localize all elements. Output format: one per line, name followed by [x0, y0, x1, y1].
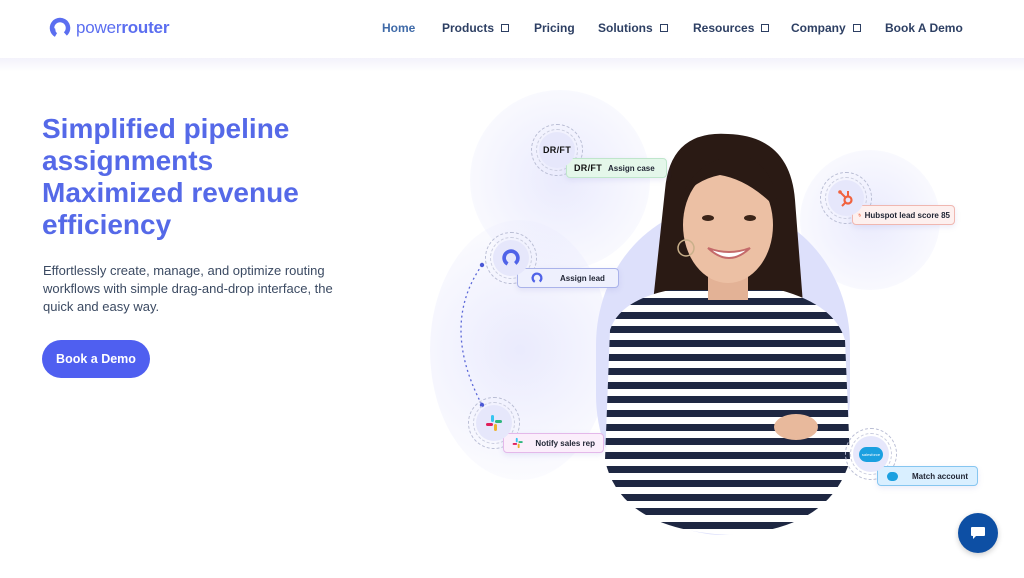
book-demo-button[interactable]: Book a Demo [42, 340, 150, 378]
hero-person-image [605, 133, 850, 535]
hubspot-icon [838, 190, 853, 207]
hero-title: Simplified pipeline assignments Maximize… [42, 113, 402, 241]
dropdown-icon [659, 24, 668, 32]
drift-logo-icon: DR/FT [574, 163, 602, 173]
hero-title-line: assignments [42, 145, 214, 176]
slack-icon [512, 437, 523, 449]
hero-title-line: Maximized revenue [42, 177, 299, 208]
brand-logo[interactable]: powerrouter [48, 16, 169, 40]
chip-label: Notify sales rep [535, 438, 595, 448]
chat-bubble-icon [971, 527, 985, 539]
header-divider [0, 58, 1024, 72]
chip-label: Assign lead [560, 273, 605, 283]
hero-subtitle: Effortlessly create, manage, and optimiz… [43, 263, 333, 314]
chip-label: Match account [911, 471, 968, 481]
chat-widget-button[interactable] [958, 513, 998, 553]
nav-products[interactable]: Products [442, 21, 510, 35]
dropdown-icon [852, 24, 861, 32]
nav-book-demo[interactable]: Book A Demo [885, 21, 963, 35]
chip-label: Hubspot lead score 85 [864, 210, 950, 220]
drift-logo-icon: DR/FT [543, 145, 571, 155]
connector-dotted-path [460, 262, 485, 408]
match-account-chip: Match account [877, 466, 978, 486]
assign-case-chip: DR/FT Assign case [566, 158, 667, 178]
site-header: powerrouter Home Products Pricing Soluti… [0, 0, 1024, 58]
chip-label: Assign case [608, 163, 655, 173]
assign-lead-chip: Assign lead [517, 268, 619, 288]
hero-title-line: Simplified pipeline [42, 113, 290, 144]
hubspot-lead-score-chip: Hubspot lead score 85 [852, 205, 955, 225]
salesforce-icon [887, 471, 898, 481]
nav-company[interactable]: Company [791, 21, 861, 35]
nav-pricing[interactable]: Pricing [534, 21, 575, 35]
notify-sales-rep-chip: Notify sales rep [503, 433, 604, 453]
powerrouter-logo-icon [531, 272, 543, 284]
nav-solutions[interactable]: Solutions [598, 21, 668, 35]
powerrouter-logo-icon [502, 249, 520, 267]
hero-title-line: efficiency [42, 209, 172, 240]
powerrouter-logo-icon [49, 17, 71, 39]
salesforce-icon: salesforce [859, 446, 883, 462]
nav-resources[interactable]: Resources [693, 21, 770, 35]
nav-home[interactable]: Home [382, 21, 415, 35]
dropdown-icon [761, 24, 770, 32]
dropdown-icon [501, 24, 510, 32]
slack-icon [486, 415, 502, 431]
brand-name: powerrouter [76, 18, 170, 37]
